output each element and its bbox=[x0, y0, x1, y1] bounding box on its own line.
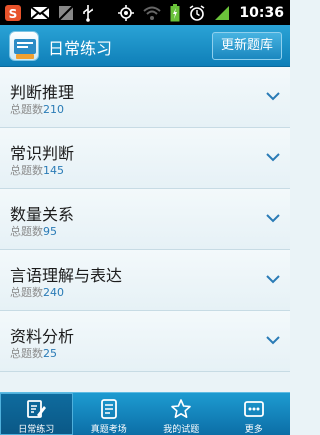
mail-icon bbox=[30, 5, 50, 21]
count-value: 95 bbox=[43, 225, 57, 238]
item-title: 常识判断 bbox=[10, 144, 75, 163]
edit-note-icon bbox=[27, 400, 47, 418]
item-title: 言语理解与表达 bbox=[10, 266, 123, 285]
bottom-tab-bar: 日常练习 真题考场 我的试题 更多 bbox=[0, 392, 290, 435]
tab-label: 真题考场 bbox=[90, 425, 127, 435]
update-question-bank-button[interactable]: 更新题库 bbox=[211, 32, 282, 60]
item-title: 资料分析 bbox=[10, 327, 75, 346]
alarm-icon bbox=[189, 4, 205, 21]
item-count: 总题数240 bbox=[10, 284, 64, 300]
count-label: 总题数 bbox=[10, 164, 43, 177]
gps-icon bbox=[118, 4, 135, 21]
battery-charging-icon bbox=[170, 3, 180, 22]
list-item-quantitative[interactable]: 数量关系 总题数95 bbox=[0, 189, 290, 250]
item-title: 判断推理 bbox=[10, 83, 75, 102]
tab-more[interactable]: 更多 bbox=[218, 393, 291, 435]
count-label: 总题数 bbox=[10, 225, 43, 238]
more-icon bbox=[243, 401, 264, 417]
chevron-down-icon bbox=[266, 275, 280, 284]
chevron-down-icon bbox=[266, 153, 280, 162]
app-header: 日常练习 更新题库 bbox=[0, 25, 290, 67]
svg-text:S: S bbox=[9, 7, 18, 21]
count-value: 25 bbox=[43, 347, 57, 360]
tab-daily-practice[interactable]: 日常练习 bbox=[0, 393, 73, 435]
tab-my-questions[interactable]: 我的试题 bbox=[145, 393, 218, 435]
count-value: 145 bbox=[43, 164, 64, 177]
status-bar: S 10:36 bbox=[0, 0, 290, 25]
list-item-reasoning[interactable]: 判断推理 总题数210 bbox=[0, 67, 290, 128]
book-icon bbox=[100, 399, 117, 419]
list-item-common-sense[interactable]: 常识判断 总题数145 bbox=[0, 128, 290, 189]
tab-label: 我的试题 bbox=[163, 425, 200, 435]
item-title: 数量关系 bbox=[10, 205, 75, 224]
app-notification-icon: S bbox=[4, 4, 22, 22]
status-time: 10:36 bbox=[239, 4, 284, 21]
count-label: 总题数 bbox=[10, 347, 43, 360]
tab-label: 日常练习 bbox=[18, 425, 55, 435]
chevron-down-icon bbox=[266, 92, 280, 101]
page-title: 日常练习 bbox=[48, 39, 113, 58]
signal-icon bbox=[214, 5, 230, 21]
chevron-down-icon bbox=[266, 214, 280, 223]
count-value: 210 bbox=[43, 103, 64, 116]
star-icon bbox=[171, 399, 192, 418]
category-list: 判断推理 总题数210 常识判断 总题数145 数量关系 总题数95 言语理解与… bbox=[0, 67, 290, 392]
wifi-icon bbox=[143, 5, 162, 21]
list-item-verbal[interactable]: 言语理解与表达 总题数240 bbox=[0, 250, 290, 311]
count-label: 总题数 bbox=[10, 103, 43, 116]
image-icon bbox=[58, 4, 74, 21]
app-logo-icon bbox=[9, 31, 39, 61]
list-item-data-analysis[interactable]: 资料分析 总题数25 bbox=[0, 311, 290, 372]
tab-label: 更多 bbox=[244, 425, 263, 435]
item-count: 总题数145 bbox=[10, 162, 64, 178]
item-count: 总题数210 bbox=[10, 101, 64, 117]
count-label: 总题数 bbox=[10, 286, 43, 299]
usb-icon bbox=[82, 4, 94, 22]
item-count: 总题数95 bbox=[10, 223, 57, 239]
item-count: 总题数25 bbox=[10, 345, 57, 361]
count-value: 240 bbox=[43, 286, 64, 299]
tab-real-exam[interactable]: 真题考场 bbox=[73, 393, 146, 435]
chevron-down-icon bbox=[266, 336, 280, 345]
